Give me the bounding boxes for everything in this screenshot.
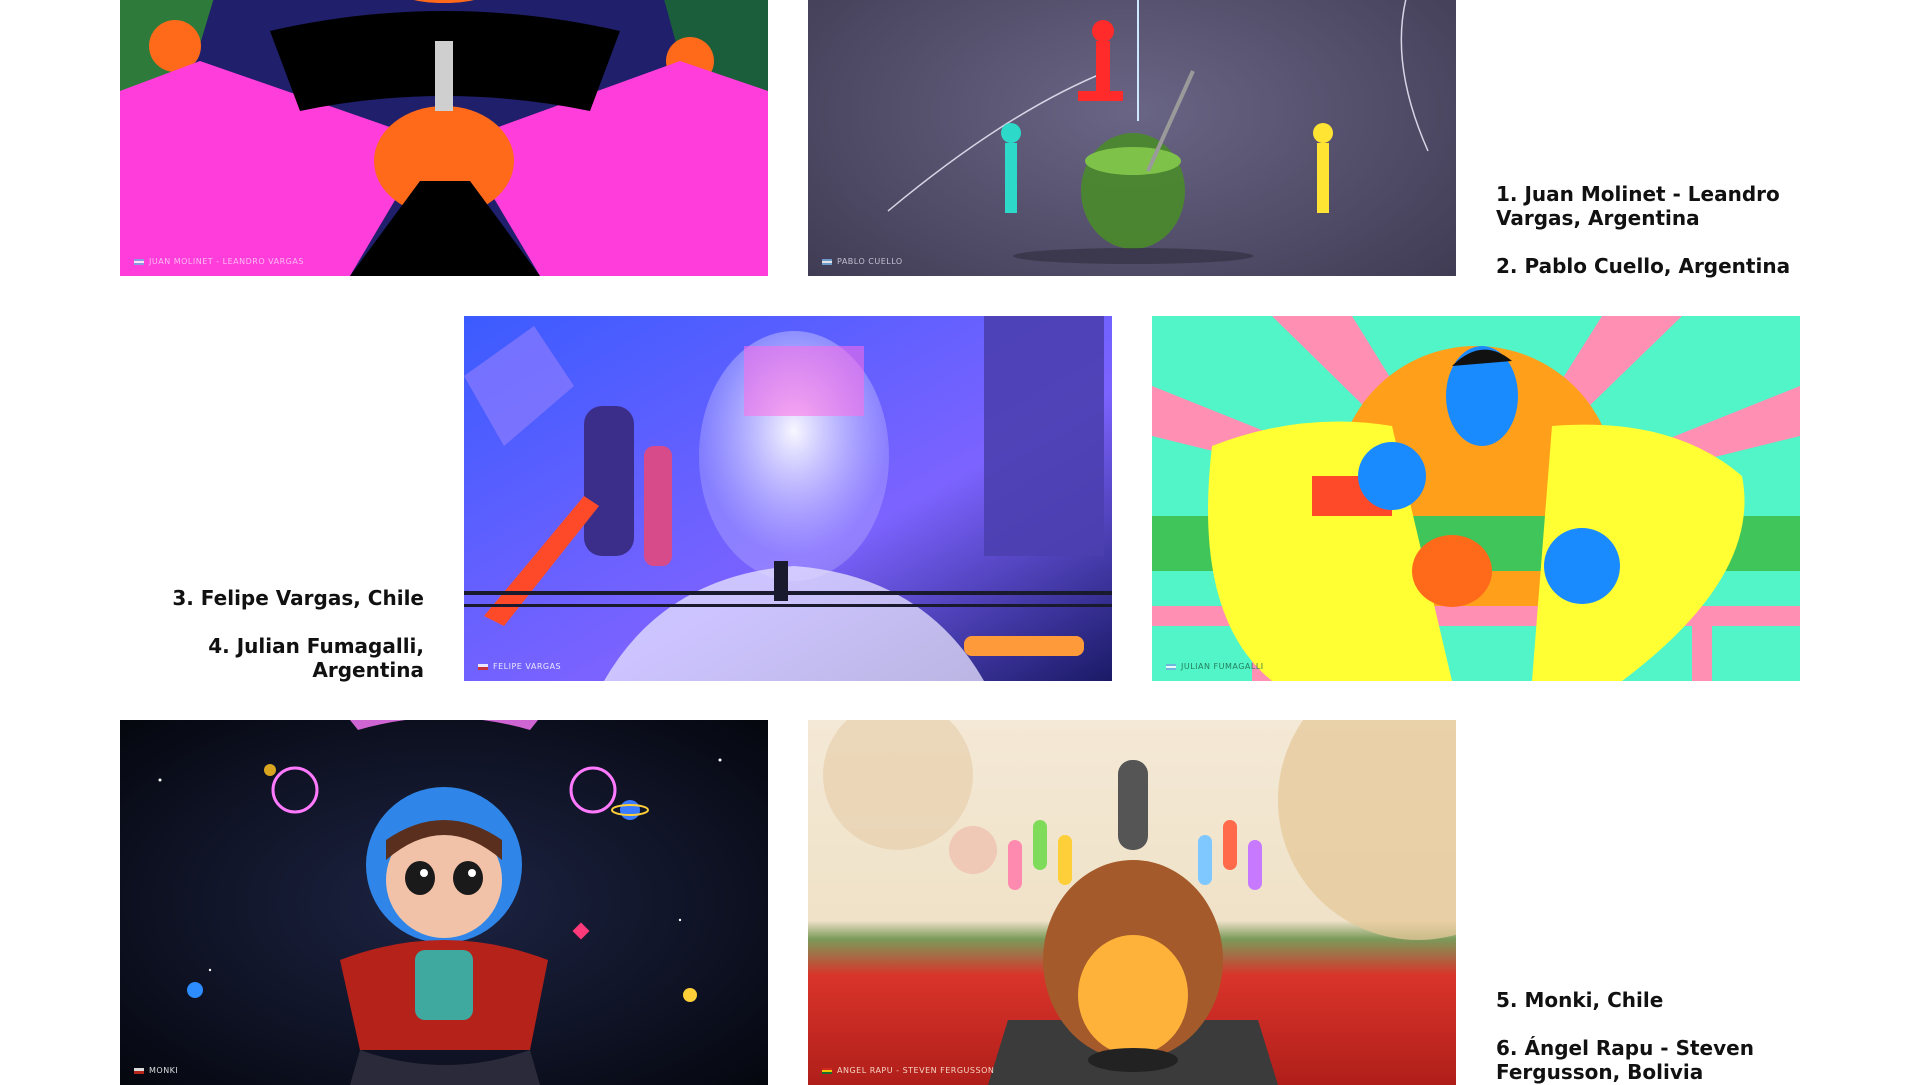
argentina-flag-icon — [822, 258, 832, 265]
bolivia-flag-icon — [822, 1067, 832, 1074]
chile-flag-icon — [478, 663, 488, 670]
artwork-3-credit: FELIPE VARGAS — [478, 662, 561, 671]
caption-item-6: 6. Ángel Rapu - Steven Fergusson, Bolivi… — [1496, 1036, 1754, 1084]
caption-item-4: 4. Julian Fumagalli, Argentina — [208, 634, 424, 682]
artwork-1-credit: JUAN MOLINET - LEANDRO VARGAS — [134, 257, 304, 266]
artwork-5[interactable]: MONKI — [120, 720, 768, 1085]
caption-item-5: 5. Monki, Chile — [1496, 988, 1664, 1012]
artwork-3-illustration — [464, 316, 1112, 681]
artwork-6-credit: ANGEL RAPU - STEVEN FERGUSSON — [822, 1066, 994, 1075]
caption-item-2: 2. Pablo Cuello, Argentina — [1496, 254, 1791, 278]
artwork-5-illustration — [120, 720, 768, 1085]
artwork-6-illustration — [808, 720, 1456, 1085]
artwork-4-illustration — [1152, 316, 1800, 681]
caption-group-row2: 3. Felipe Vargas, Chile 4. Julian Fumaga… — [140, 586, 424, 682]
artwork-4[interactable]: JULIAN FUMAGALLI — [1152, 316, 1800, 681]
caption-group-row3: 5. Monki, Chile 6. Ángel Rapu - Steven F… — [1496, 988, 1796, 1084]
artwork-4-credit: JULIAN FUMAGALLI — [1166, 662, 1264, 671]
argentina-flag-icon — [134, 258, 144, 265]
argentina-flag-icon — [1166, 663, 1176, 670]
artwork-2-credit: PABLO CUELLO — [822, 257, 903, 266]
artwork-5-credit: MONKI — [134, 1066, 178, 1075]
artwork-2[interactable]: PABLO CUELLO — [808, 0, 1456, 276]
artwork-2-illustration — [808, 0, 1456, 276]
artwork-6[interactable]: ANGEL RAPU - STEVEN FERGUSSON — [808, 720, 1456, 1085]
caption-item-1: 1. Juan Molinet - Leandro Vargas, Argent… — [1496, 182, 1780, 230]
caption-group-row1: 1. Juan Molinet - Leandro Vargas, Argent… — [1496, 182, 1796, 278]
chile-flag-icon — [134, 1067, 144, 1074]
artwork-3[interactable]: FELIPE VARGAS — [464, 316, 1112, 681]
artwork-1-illustration — [120, 0, 768, 276]
caption-item-3: 3. Felipe Vargas, Chile — [172, 586, 424, 610]
artwork-1[interactable]: JUAN MOLINET - LEANDRO VARGAS — [120, 0, 768, 276]
